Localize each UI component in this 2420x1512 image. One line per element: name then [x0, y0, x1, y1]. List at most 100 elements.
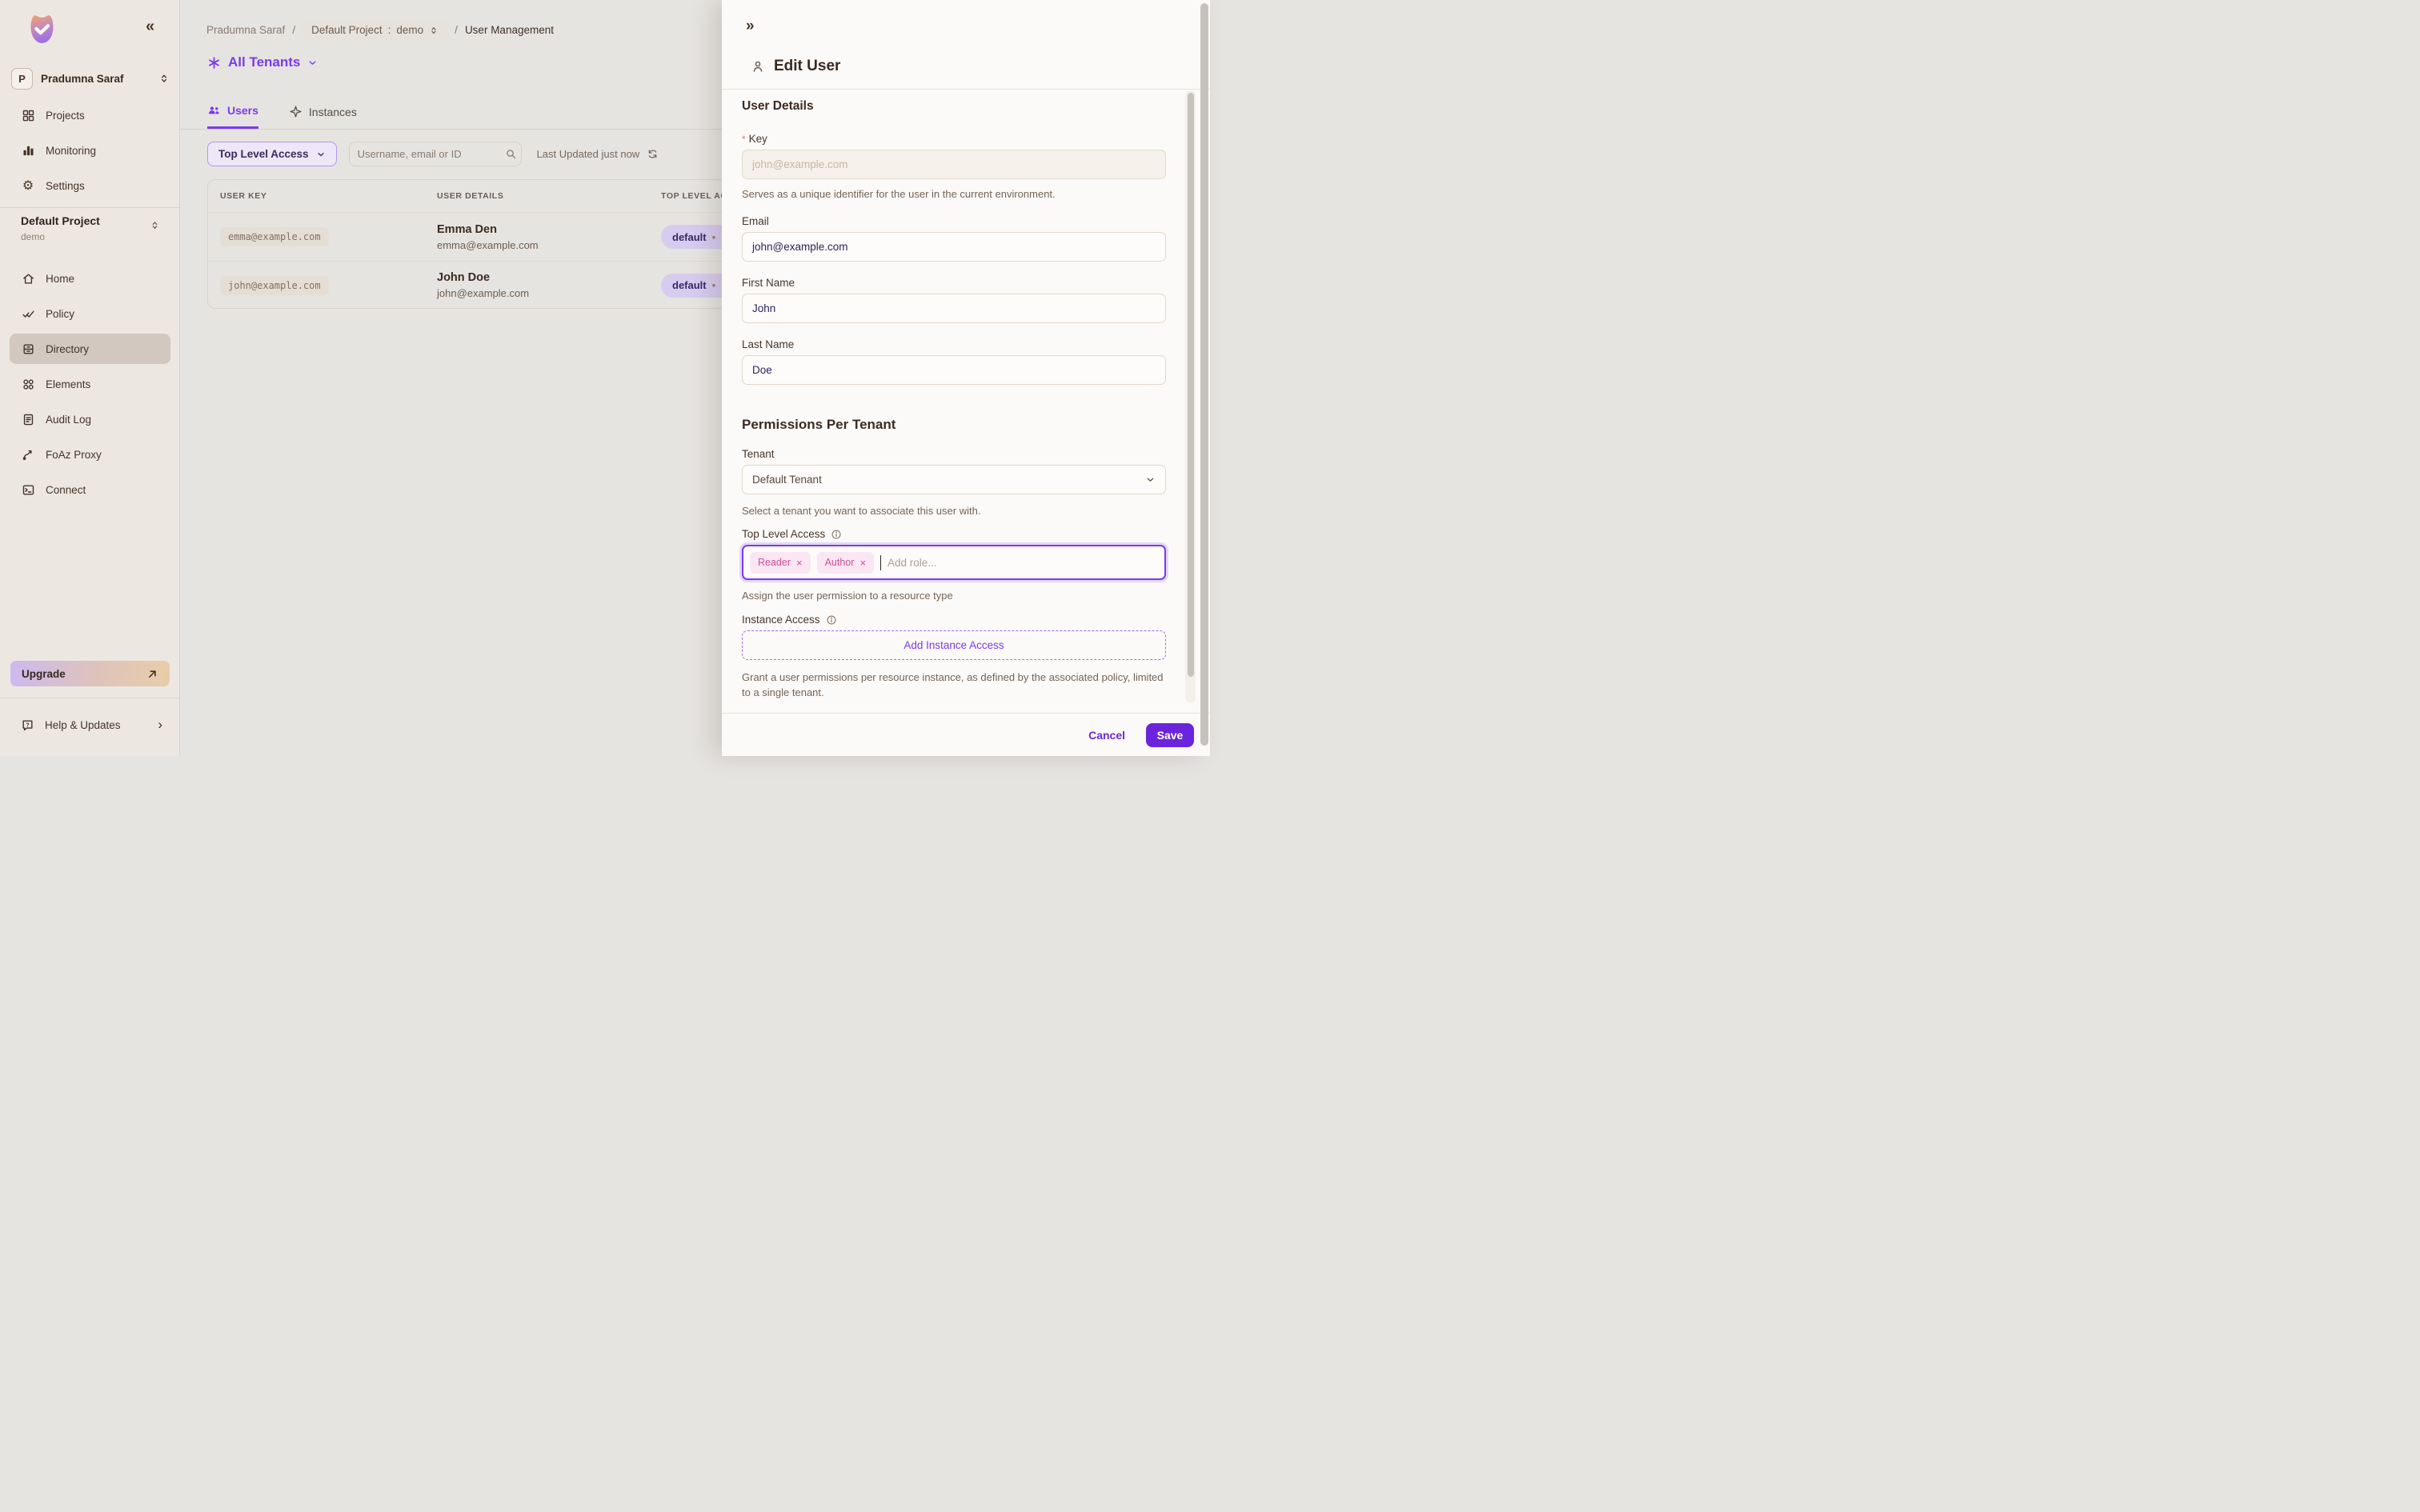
role-chips-input[interactable]: Reader × Author × [742, 545, 1166, 580]
save-button[interactable]: Save [1146, 723, 1194, 747]
tenant-selector-label: All Tenants [228, 54, 300, 70]
instance-access-label-row: Instance Access [742, 614, 837, 626]
sidebar-item-directory[interactable]: Directory [10, 334, 170, 364]
breadcrumb-project: Default Project [311, 24, 383, 36]
double-check-icon [21, 307, 35, 321]
breadcrumb-separator: / [455, 24, 458, 36]
tab-instances[interactable]: Instances [289, 94, 357, 129]
text-caret [880, 555, 881, 570]
access-filter-dropdown[interactable]: Top Level Access [207, 142, 337, 166]
sidebar-item-projects[interactable]: Projects [10, 100, 170, 130]
chevron-down-icon [316, 150, 326, 159]
search-icon[interactable] [505, 148, 517, 160]
user-name: Emma Den [437, 223, 661, 236]
tenant-asterisk-icon [207, 56, 221, 70]
route-icon [21, 448, 35, 462]
role-tenant: default [672, 231, 707, 243]
col-user-details: USER DETAILS [437, 191, 661, 201]
sidebar-item-audit-log[interactable]: Audit Log [10, 404, 170, 434]
section-permissions: Permissions Per Tenant [742, 417, 895, 433]
role-tenant: default [672, 279, 707, 291]
project-switcher[interactable]: Default Project demo [21, 214, 170, 242]
window-scrollbar[interactable] [1200, 3, 1208, 746]
sidebar-item-monitoring[interactable]: Monitoring [10, 135, 170, 166]
chevron-down-icon [1145, 474, 1156, 485]
user-icon [751, 59, 765, 74]
first-name-input[interactable]: John [742, 294, 1166, 323]
tenant-helper: Select a tenant you want to associate th… [742, 504, 980, 519]
breadcrumb-user[interactable]: Pradumna Saraf [206, 24, 285, 36]
tenant-select[interactable]: Default Tenant [742, 465, 1166, 494]
updown-chevron-icon [158, 72, 170, 85]
sidebar-item-home[interactable]: Home [10, 263, 170, 294]
breadcrumb: Pradumna Saraf / Default Project : demo … [206, 19, 554, 41]
org-switcher[interactable]: P Pradumna Saraf [11, 66, 170, 91]
email-label: Email [742, 215, 769, 227]
last-updated-label: Last Updated just now [537, 148, 640, 160]
add-instance-access-button[interactable]: Add Instance Access [742, 630, 1166, 660]
instance-access-label: Instance Access [742, 614, 820, 626]
tab-users-label: Users [227, 104, 258, 117]
breadcrumb-colon: : [388, 24, 391, 36]
help-updates-button[interactable]: ? Help & Updates › [10, 709, 170, 741]
tab-users[interactable]: Users [207, 94, 258, 129]
project-env: demo [21, 231, 170, 242]
cancel-button[interactable]: Cancel [1088, 729, 1125, 742]
last-name-input[interactable]: Doe [742, 355, 1166, 385]
refresh-icon[interactable] [647, 148, 659, 160]
chevron-down-icon [307, 58, 318, 68]
remove-chip-icon[interactable]: × [796, 557, 803, 569]
sidebar-item-settings[interactable]: ⚙ Settings [10, 170, 170, 201]
sidebar-item-policy[interactable]: Policy [10, 298, 170, 329]
drawer-collapse-icon[interactable]: » [746, 18, 753, 35]
top-level-access-label: Top Level Access [742, 528, 825, 540]
project-name: Default Project [21, 214, 170, 227]
key-input[interactable]: john@example.com [742, 150, 1166, 179]
upgrade-button[interactable]: Upgrade [10, 661, 170, 686]
section-user-details: User Details [742, 99, 814, 114]
help-label: Help & Updates [45, 719, 121, 731]
updown-chevron-icon [429, 25, 439, 36]
top-level-access-helper: Assign the user permission to a resource… [742, 589, 953, 604]
remove-chip-icon[interactable]: × [859, 557, 866, 569]
last-updated: Last Updated just now [537, 148, 659, 160]
sidebar-item-label: Monitoring [46, 145, 96, 157]
sidebar-item-label: Policy [46, 308, 74, 320]
filter-row: Top Level Access Last Updated just now [207, 142, 659, 166]
sidebar-item-label: Home [46, 273, 74, 285]
sidebar-collapse-icon[interactable]: « [146, 18, 153, 36]
breadcrumb-project-pill[interactable]: Default Project : demo [302, 19, 447, 41]
sidebar-item-label: Audit Log [46, 414, 91, 426]
terminal-icon [21, 483, 35, 497]
permit-logo-icon [24, 11, 60, 47]
updown-chevron-icon [150, 219, 160, 231]
info-icon[interactable] [831, 529, 842, 540]
tab-instances-label: Instances [309, 106, 357, 118]
tenant-selector[interactable]: All Tenants [207, 54, 318, 70]
chevron-right-icon: › [158, 717, 162, 733]
drawer-scrollbar-thumb[interactable] [1188, 93, 1194, 677]
sidebar-item-connect[interactable]: Connect [10, 474, 170, 505]
email-input[interactable]: john@example.com [742, 232, 1166, 262]
edit-user-drawer: » Edit User User Details *Key john@examp… [722, 0, 1210, 756]
add-role-input[interactable] [887, 557, 1158, 569]
svg-text:?: ? [26, 722, 29, 728]
sidebar-item-elements[interactable]: Elements [10, 369, 170, 399]
sidebar-item-label: Settings [46, 180, 85, 192]
grid-icon [21, 109, 35, 122]
sidebar-item-label: FoAz Proxy [46, 449, 102, 461]
home-icon [21, 272, 35, 286]
users-icon [207, 104, 221, 118]
search-input[interactable] [358, 148, 499, 160]
breadcrumb-env: demo [396, 24, 423, 36]
sidebar-item-foaz-proxy[interactable]: FoAz Proxy [10, 439, 170, 470]
instances-icon [289, 105, 302, 118]
dot-separator: • [712, 279, 716, 291]
top-level-access-label-row: Top Level Access [742, 528, 842, 540]
sidebar-item-label: Connect [46, 484, 86, 496]
upgrade-label: Upgrade [22, 668, 66, 680]
tenant-select-value: Default Tenant [752, 474, 822, 486]
required-asterisk: * [742, 134, 746, 145]
info-icon[interactable] [826, 614, 837, 626]
sidebar-item-label: Projects [46, 110, 85, 122]
